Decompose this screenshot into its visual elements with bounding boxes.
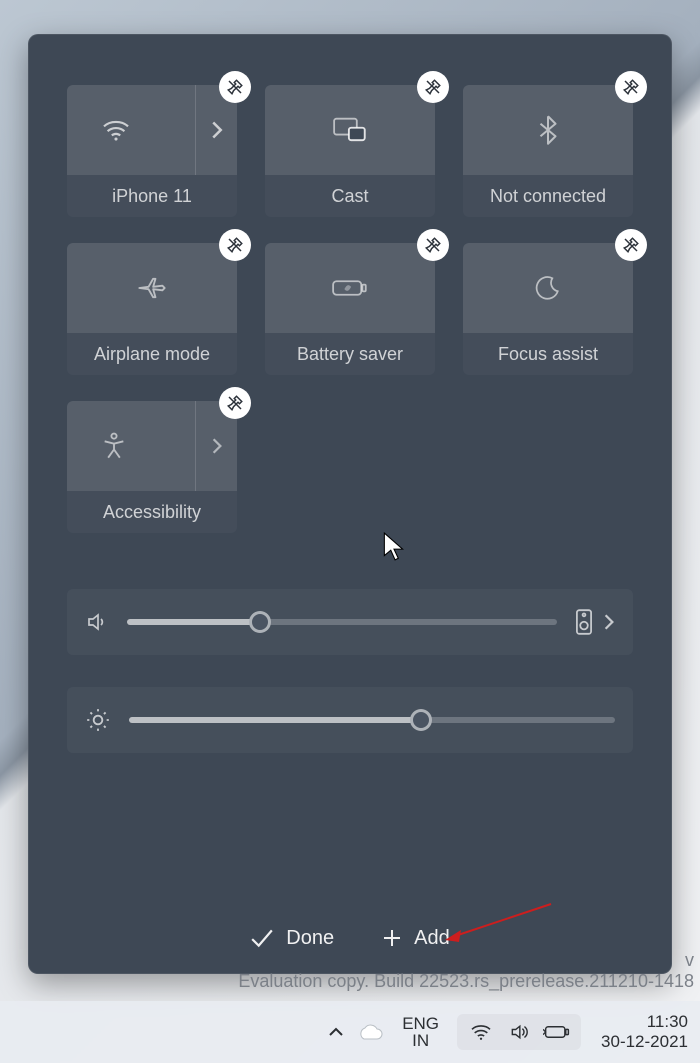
accessibility-icon	[101, 432, 127, 460]
battery-saver-icon	[332, 277, 368, 299]
unpin-button[interactable]	[615, 229, 647, 261]
taskbar: ENG IN 11:30 30-12-202	[0, 1001, 700, 1063]
add-button[interactable]: Add	[382, 927, 450, 950]
tile-airplane[interactable]: Airplane mode	[67, 243, 237, 375]
tile-accessibility-label: Accessibility	[67, 491, 237, 533]
chevron-right-icon[interactable]	[603, 613, 615, 631]
brightness-slider[interactable]	[129, 717, 615, 723]
battery-tray-icon	[543, 1018, 571, 1046]
unpin-icon	[226, 236, 244, 254]
brightness-slider-row	[67, 687, 633, 753]
unpin-icon	[622, 78, 640, 96]
unpin-button[interactable]	[219, 387, 251, 419]
speaker-device-icon[interactable]	[575, 609, 593, 635]
clock-date: 30-12-2021	[601, 1032, 688, 1052]
taskbar-clock[interactable]: 11:30 30-12-2021	[601, 1012, 688, 1051]
done-button[interactable]: Done	[250, 927, 334, 950]
tile-airplane-label: Airplane mode	[67, 333, 237, 375]
unpin-button[interactable]	[219, 229, 251, 261]
tile-icon-area	[67, 401, 237, 491]
unpin-icon	[226, 78, 244, 96]
unpin-button[interactable]	[219, 71, 251, 103]
lang-primary: ENG	[402, 1015, 439, 1032]
brightness-icon[interactable]	[85, 707, 111, 733]
unpin-icon	[226, 394, 244, 412]
tray-overflow-chevron[interactable]	[322, 1018, 350, 1046]
wifi-tray-icon	[467, 1018, 495, 1046]
tile-icon-area	[463, 243, 633, 333]
tile-focus-assist-label: Focus assist	[463, 333, 633, 375]
tile-icon-area	[265, 85, 435, 175]
tile-cast[interactable]: Cast	[265, 85, 435, 217]
unpin-button[interactable]	[417, 71, 449, 103]
unpin-button[interactable]	[615, 71, 647, 103]
unpin-icon	[622, 236, 640, 254]
bluetooth-icon	[538, 115, 558, 145]
unpin-icon	[424, 78, 442, 96]
tile-icon-area	[67, 85, 237, 175]
volume-slider[interactable]	[127, 619, 557, 625]
tile-icon-area	[463, 85, 633, 175]
tile-accessibility[interactable]: Accessibility	[67, 401, 237, 533]
check-icon	[250, 928, 274, 948]
tile-bluetooth[interactable]: Not connected	[463, 85, 633, 217]
tile-focus-assist[interactable]: Focus assist	[463, 243, 633, 375]
tile-icon-area	[67, 243, 237, 333]
volume-icon[interactable]	[85, 610, 109, 634]
wifi-icon	[101, 118, 131, 142]
volume-tray-icon	[505, 1018, 533, 1046]
system-tray[interactable]	[457, 1014, 581, 1050]
tile-wifi[interactable]: iPhone 11	[67, 85, 237, 217]
tile-bluetooth-label: Not connected	[463, 175, 633, 217]
moon-icon	[535, 275, 561, 301]
quick-settings-panel: iPhone 11 Cast	[28, 34, 672, 974]
done-button-label: Done	[286, 927, 334, 950]
tile-wifi-label: iPhone 11	[67, 175, 237, 217]
unpin-icon	[424, 236, 442, 254]
tile-cast-label: Cast	[265, 175, 435, 217]
lang-secondary: IN	[412, 1032, 429, 1049]
desktop-watermark: v Evaluation copy. Build 22523.rs_prerel…	[238, 950, 694, 993]
tile-icon-area	[265, 243, 435, 333]
volume-slider-row	[67, 589, 633, 655]
unpin-button[interactable]	[417, 229, 449, 261]
tile-battery-saver[interactable]: Battery saver	[265, 243, 435, 375]
onedrive-icon[interactable]	[356, 1018, 384, 1046]
clock-time: 11:30	[647, 1012, 688, 1032]
tile-battery-saver-label: Battery saver	[265, 333, 435, 375]
language-indicator[interactable]: ENG IN	[402, 1015, 439, 1049]
cast-icon	[333, 117, 367, 143]
plus-icon	[382, 928, 402, 948]
airplane-icon	[137, 275, 167, 301]
add-button-label: Add	[414, 927, 450, 950]
